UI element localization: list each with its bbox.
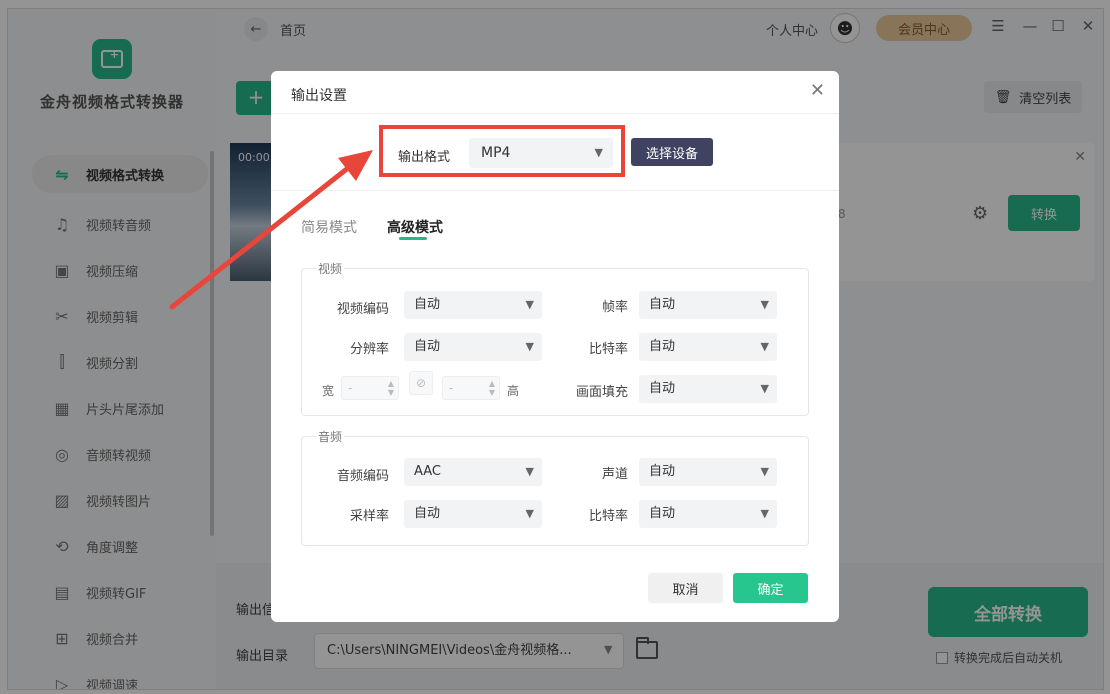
channel-label: 声道 <box>601 467 628 482</box>
fill-value: 自动 <box>649 381 676 396</box>
samplerate-value: 自动 <box>414 506 441 521</box>
chevron-down-icon: ▼ <box>525 340 534 353</box>
height-label: 高 <box>507 384 520 398</box>
framerate-value: 自动 <box>649 297 676 312</box>
chevron-down-icon: ▼ <box>525 507 534 520</box>
audio-bitrate-value: 自动 <box>649 506 676 521</box>
video-bitrate-label: 比特率 <box>588 342 628 357</box>
resolution-value: 自动 <box>414 339 441 354</box>
confirm-button[interactable]: 确定 <box>733 573 808 603</box>
chevron-down-icon: ▼ <box>760 507 769 520</box>
resolution-label: 分辨率 <box>349 342 389 357</box>
select-device-button[interactable]: 选择设备 <box>631 138 713 166</box>
audio-bitrate-label: 比特率 <box>588 509 628 524</box>
audio-encoder-label: 音频编码 <box>336 469 389 484</box>
chevron-down-icon: ▼ <box>760 340 769 353</box>
link-ratio-icon[interactable]: ⊘ <box>409 371 433 395</box>
chevron-down-icon: ▼ <box>525 465 534 478</box>
framerate-select[interactable]: 自动 ▼ <box>639 291 777 319</box>
fill-label: 画面填充 <box>575 385 628 400</box>
samplerate-select[interactable]: 自动 ▼ <box>404 500 542 528</box>
divider <box>271 190 839 191</box>
active-tab-indicator <box>399 237 427 240</box>
output-format-value: MP4 <box>481 145 511 161</box>
stepper-arrows-icon[interactable]: ▲ ▼ <box>489 379 495 397</box>
video-settings-group: 视频 视频编码 自动 ▼ 帧率 自动 ▼ 分辨率 自动 ▼ 比特率 自动 ▼ 宽… <box>301 260 809 416</box>
height-stepper[interactable]: - ▲ ▼ <box>442 376 500 400</box>
divider <box>271 113 839 114</box>
width-value: - <box>348 381 353 395</box>
chevron-down-icon: ▼ <box>594 146 603 159</box>
width-stepper[interactable]: - ▲ ▼ <box>341 376 399 400</box>
chevron-down-icon: ▼ <box>760 465 769 478</box>
audio-group-title: 音频 <box>316 428 345 445</box>
samplerate-label: 采样率 <box>349 509 389 524</box>
fill-select[interactable]: 自动 ▼ <box>639 375 777 403</box>
cancel-button[interactable]: 取消 <box>648 573 723 603</box>
audio-settings-group: 音频 音频编码 AAC ▼ 声道 自动 ▼ 采样率 自动 ▼ 比特率 自动 ▼ <box>301 428 809 546</box>
dialog-title: 输出设置 <box>291 88 347 104</box>
output-settings-dialog: 输出设置 ✕ 输出格式 MP4 ▼ 选择设备 简易模式 高级模式 视频 视频编码… <box>271 71 839 622</box>
chevron-down-icon: ▼ <box>760 298 769 311</box>
video-bitrate-value: 自动 <box>649 339 676 354</box>
channel-select[interactable]: 自动 ▼ <box>639 458 777 486</box>
video-encoder-label: 视频编码 <box>336 302 389 317</box>
channel-value: 自动 <box>649 464 676 479</box>
chevron-down-icon: ▼ <box>525 298 534 311</box>
video-encoder-value: 自动 <box>414 297 441 312</box>
output-format-select[interactable]: MP4 ▼ <box>469 138 613 168</box>
tab-advanced-mode[interactable]: 高级模式 <box>387 217 443 237</box>
framerate-label: 帧率 <box>601 300 628 315</box>
audio-encoder-select[interactable]: AAC ▼ <box>404 458 542 486</box>
audio-encoder-value: AAC <box>414 464 441 479</box>
resolution-select[interactable]: 自动 ▼ <box>404 333 542 361</box>
chevron-down-icon: ▼ <box>760 382 769 395</box>
video-encoder-select[interactable]: 自动 ▼ <box>404 291 542 319</box>
width-label: 宽 <box>322 384 335 398</box>
output-format-label: 输出格式 <box>398 150 451 165</box>
dialog-close-icon[interactable]: ✕ <box>810 80 825 101</box>
audio-bitrate-select[interactable]: 自动 ▼ <box>639 500 777 528</box>
height-value: - <box>449 381 454 395</box>
video-group-title: 视频 <box>316 260 345 277</box>
tab-simple-mode[interactable]: 简易模式 <box>301 217 357 237</box>
video-bitrate-select[interactable]: 自动 ▼ <box>639 333 777 361</box>
stepper-arrows-icon[interactable]: ▲ ▼ <box>388 379 394 397</box>
